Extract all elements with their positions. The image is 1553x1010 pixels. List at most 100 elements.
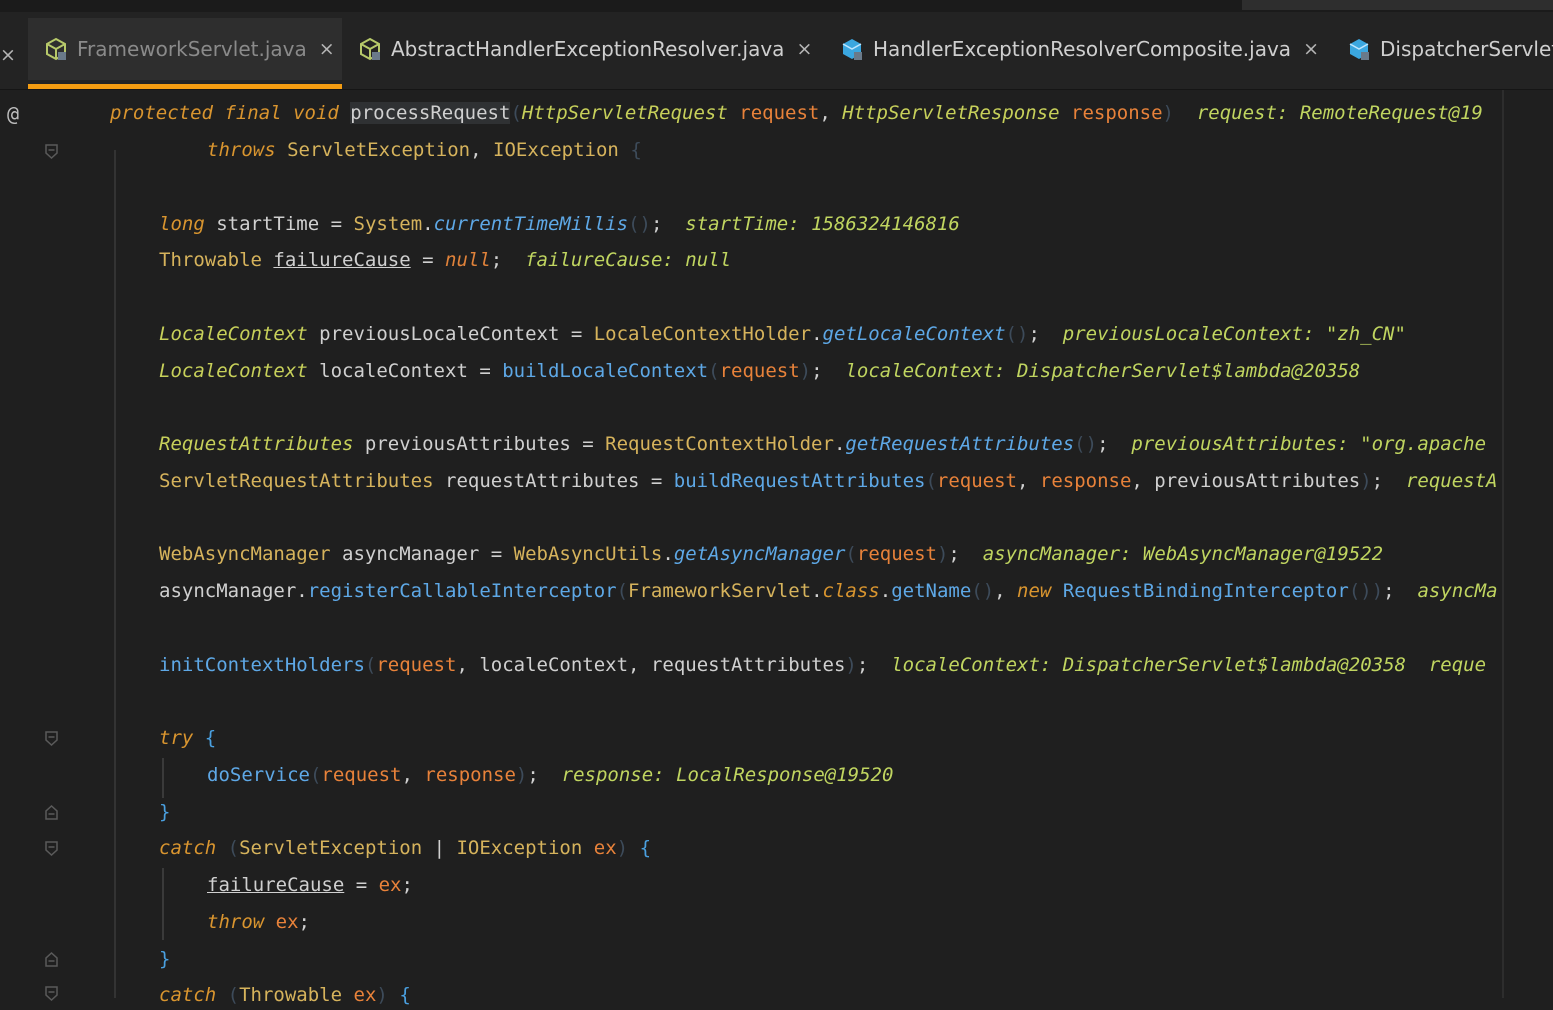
code-token: processRequest — [350, 102, 511, 124]
editor-gutter: @ — [0, 90, 75, 1002]
code-line[interactable]: protected final void processRequest(Http… — [110, 98, 1483, 128]
tab-label: AbstractHandlerExceptionResolver.java — [391, 37, 785, 61]
inline-debug-value: startTime: 1586324146816 — [662, 213, 960, 235]
code-token: () — [1005, 323, 1029, 345]
tab-framework-servlet[interactable]: FrameworkServlet.java × — [28, 18, 342, 80]
code-token: ) — [799, 360, 812, 382]
code-token: requestAttributes — [650, 654, 846, 676]
code-token: ServletException — [287, 139, 471, 161]
code-token: = — [344, 874, 379, 896]
code-line[interactable]: WebAsyncManager asyncManager = WebAsyncU… — [159, 539, 1383, 569]
fold-marker-icon[interactable] — [45, 731, 58, 747]
code-token: class — [822, 580, 880, 602]
code-token: } — [159, 948, 171, 970]
code-token: previousLocaleContext — [319, 323, 560, 345]
code-token: = — [479, 543, 514, 565]
code-token: , — [1131, 470, 1155, 492]
code-line[interactable]: try { — [159, 723, 216, 753]
code-line[interactable]: } — [159, 797, 170, 827]
code-token: . — [879, 580, 892, 602]
inline-debug-value: request: RemoteRequest@19 — [1173, 102, 1483, 124]
code-token: ( — [925, 470, 937, 492]
code-line[interactable]: throws ServletException, IOException { — [207, 135, 642, 165]
close-tab-button-overflow[interactable]: × — [0, 44, 16, 66]
code-line[interactable]: } — [159, 944, 170, 974]
code-token: buildLocaleContext — [502, 360, 709, 382]
code-token: request — [376, 654, 457, 676]
code-line[interactable]: initContextHolders(request, localeContex… — [159, 650, 1486, 680]
code-token: request — [936, 470, 1017, 492]
code-token: HttpServletResponse — [842, 102, 1060, 124]
close-tab-icon[interactable]: × — [319, 38, 335, 60]
editor-tab-bar: × FrameworkServlet.java × AbstractHandle… — [0, 12, 1553, 90]
code-line[interactable]: LocaleContext previousLocaleContext = Lo… — [159, 319, 1406, 349]
code-token: } — [159, 801, 171, 823]
code-line[interactable]: LocaleContext localeContext = buildLocal… — [159, 356, 1360, 386]
code-token: . — [833, 433, 846, 455]
code-token: System — [353, 213, 423, 235]
code-line[interactable]: doService(request, response); response: … — [207, 760, 893, 790]
code-token: null — [445, 249, 491, 271]
close-tab-icon[interactable]: × — [796, 38, 812, 60]
code-token: ( — [309, 764, 322, 786]
code-token: ( — [227, 984, 240, 1006]
code-token: IOException — [493, 139, 619, 161]
code-token: Throwable — [239, 984, 343, 1006]
code-token: ) — [515, 764, 528, 786]
inline-debug-value: previousAttributes: "org.apache — [1108, 433, 1487, 455]
code-token: LocaleContext — [159, 360, 308, 382]
indent-guide — [114, 150, 116, 998]
code-token: catch — [159, 984, 217, 1006]
code-line[interactable]: failureCause = ex; — [207, 870, 413, 900]
code-line[interactable]: throw ex; — [207, 907, 310, 937]
fold-marker-icon[interactable] — [45, 841, 58, 857]
override-annotation-marker[interactable]: @ — [7, 102, 19, 126]
fold-end-marker-icon[interactable] — [45, 804, 58, 820]
code-token: . — [811, 580, 823, 602]
inline-debug-value: response: LocalResponse@19520 — [538, 764, 894, 786]
code-line[interactable]: catch (ServletException | IOException ex… — [159, 833, 651, 863]
fold-marker-icon[interactable] — [45, 986, 58, 1002]
tab-handler-exception-resolver-composite[interactable]: HandlerExceptionResolverComposite.java × — [840, 18, 1319, 80]
code-token: ( — [227, 837, 240, 859]
code-token: , — [994, 580, 1018, 602]
code-token: . — [422, 213, 434, 235]
code-editor[interactable]: @ protected final void processRequest(Ht… — [0, 90, 1553, 1006]
code-token: ; — [948, 543, 960, 565]
code-line[interactable]: Throwable failureCause = null; failureCa… — [159, 245, 731, 275]
code-token: = — [319, 213, 354, 235]
tab-dispatcher-servlet[interactable]: DispatcherServlet — [1347, 18, 1553, 80]
close-tab-icon[interactable]: × — [1303, 38, 1319, 60]
code-line[interactable]: asyncManager.registerCallableInterceptor… — [159, 576, 1498, 606]
code-token: , — [401, 764, 425, 786]
fold-marker-icon[interactable] — [45, 144, 58, 160]
active-tab-indicator — [28, 84, 342, 89]
code-line[interactable]: long startTime = System.currentTimeMilli… — [159, 209, 960, 239]
code-token: ( — [708, 360, 720, 382]
fold-end-marker-icon[interactable] — [45, 951, 58, 967]
code-line[interactable]: catch (Throwable ex) { — [159, 980, 411, 1010]
code-token: ) — [376, 984, 388, 1006]
code-token: requestAttributes — [445, 470, 640, 492]
code-token: ) — [845, 654, 857, 676]
code-token: failureCause — [273, 249, 411, 271]
code-token: ) — [1162, 102, 1174, 124]
code-token: WebAsyncManager — [159, 543, 331, 565]
tab-abstract-handler-exception-resolver[interactable]: AbstractHandlerExceptionResolver.java × — [358, 18, 812, 80]
code-line[interactable]: ServletRequestAttributes requestAttribut… — [159, 466, 1498, 496]
code-line[interactable]: RequestAttributes previousAttributes = R… — [159, 429, 1486, 459]
code-token: FrameworkServlet — [628, 580, 812, 602]
code-token: ex — [378, 874, 402, 896]
code-token: ; — [298, 911, 310, 933]
code-token: registerCallableInterceptor — [307, 580, 617, 602]
code-token: = — [467, 360, 503, 382]
code-token: . — [662, 543, 674, 565]
